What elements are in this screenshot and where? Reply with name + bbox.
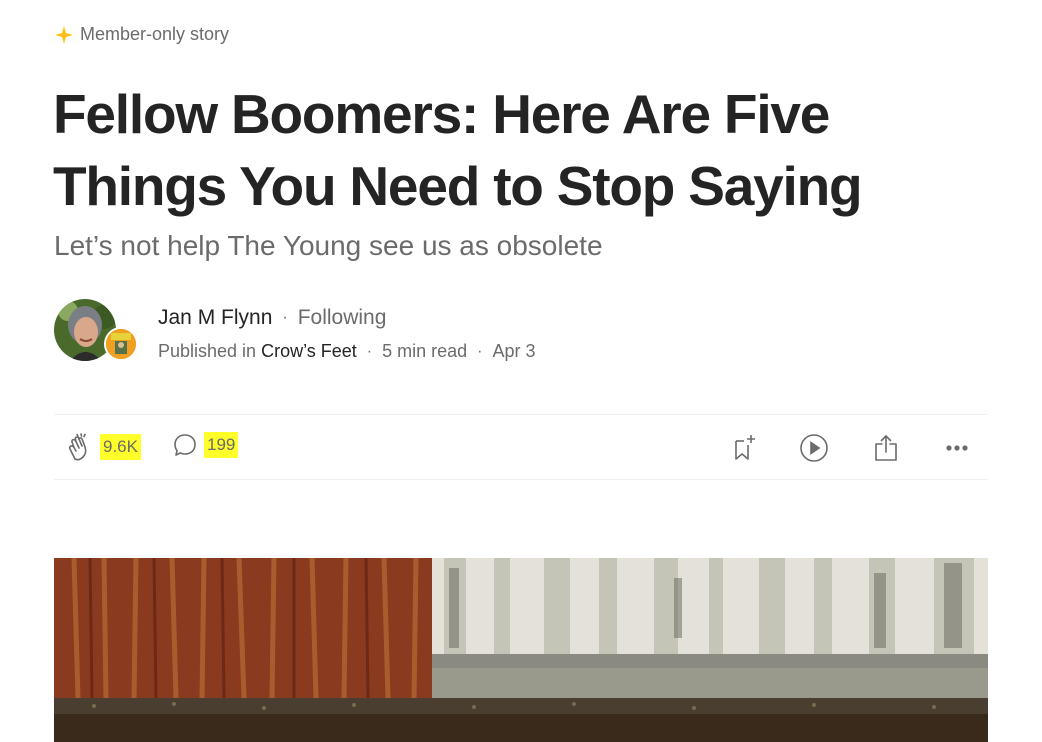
member-only-label: Member-only story (80, 24, 230, 44)
hero-image (54, 558, 988, 742)
published-in-label: Published in (158, 341, 257, 361)
author-name-link[interactable]: Jan M Flynn (158, 306, 272, 330)
clap-icon[interactable] (66, 432, 96, 462)
clap-button[interactable]: 9.6K (66, 432, 141, 462)
sparkle-star-icon (55, 25, 73, 44)
share-icon[interactable] (872, 433, 900, 463)
response-count: 199 (204, 432, 239, 458)
publish-date: Apr 3 (492, 341, 536, 361)
author-line: Jan M Flynn · Following (158, 306, 386, 330)
read-time: 5 min read (382, 341, 468, 361)
save-button[interactable] (728, 432, 760, 464)
separator-dot: · (282, 309, 288, 326)
clap-count: 9.6K (100, 434, 141, 460)
article-meta: Published in Crow’s Feet · 5 min read · … (158, 341, 536, 362)
article-title-line-1: Fellow Boomers: Here Are Five (53, 83, 830, 145)
separator-dot: · (366, 342, 373, 360)
bookmark-add-icon[interactable] (730, 433, 758, 463)
following-button[interactable]: Following (298, 306, 387, 330)
publication-logo[interactable] (104, 327, 138, 361)
more-options-icon[interactable] (944, 443, 970, 453)
more-options-button[interactable] (941, 432, 973, 464)
listen-button[interactable] (798, 432, 830, 464)
responses-button[interactable]: 199 (172, 432, 239, 458)
article-subtitle: Let’s not help The Young see us as obsol… (54, 230, 603, 261)
play-listen-icon[interactable] (799, 433, 829, 463)
member-only-badge: Member-only story (54, 24, 229, 45)
publication-link[interactable]: Crow’s Feet (261, 341, 357, 361)
article-action-bar: 9.6K 199 (54, 414, 988, 480)
comment-icon[interactable] (172, 432, 198, 458)
article-title-line-2: Things You Need to Stop Saying (53, 155, 863, 217)
article-title: Fellow Boomers: Here Are Five Things You… (53, 78, 953, 222)
author-avatar-group[interactable] (54, 299, 140, 363)
separator-dot: · (477, 342, 483, 360)
meta-published-in: Published in Crow’s Feet (158, 341, 357, 362)
share-button[interactable] (870, 432, 902, 464)
